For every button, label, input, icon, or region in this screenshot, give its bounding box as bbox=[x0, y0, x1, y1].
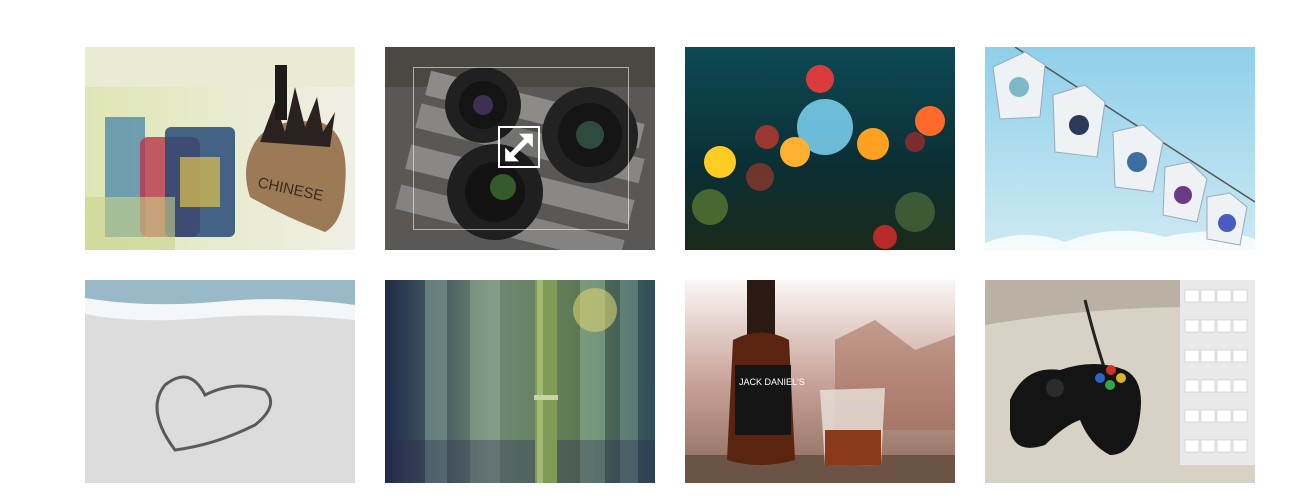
bottle-label: JACK DANIEL'S bbox=[739, 377, 805, 387]
gallery-item-bamboo[interactable] bbox=[385, 280, 655, 483]
gallery-item-whiskey[interactable]: JACK DANIEL'S bbox=[685, 280, 955, 483]
gallery-item-bokeh[interactable] bbox=[685, 47, 955, 250]
controller-image bbox=[985, 280, 1255, 483]
gallery-item-controller[interactable] bbox=[985, 280, 1255, 483]
expand-button[interactable] bbox=[498, 126, 540, 168]
whiskey-image: JACK DANIEL'S bbox=[685, 280, 955, 483]
gallery-item-tshirts[interactable] bbox=[985, 47, 1255, 250]
sack-image: CHINESE bbox=[85, 47, 355, 250]
gallery-item-lenses[interactable] bbox=[385, 47, 655, 250]
expand-arrows-icon bbox=[505, 133, 533, 161]
image-gallery: CHINESE JACK DANIEL'S bbox=[0, 0, 1292, 501]
bamboo-image bbox=[385, 280, 655, 483]
heart-image bbox=[85, 280, 355, 483]
tshirts-image bbox=[985, 47, 1255, 250]
bokeh-image bbox=[685, 47, 955, 250]
gallery-item-sack[interactable]: CHINESE bbox=[85, 47, 355, 250]
gallery-item-heart[interactable] bbox=[85, 280, 355, 483]
